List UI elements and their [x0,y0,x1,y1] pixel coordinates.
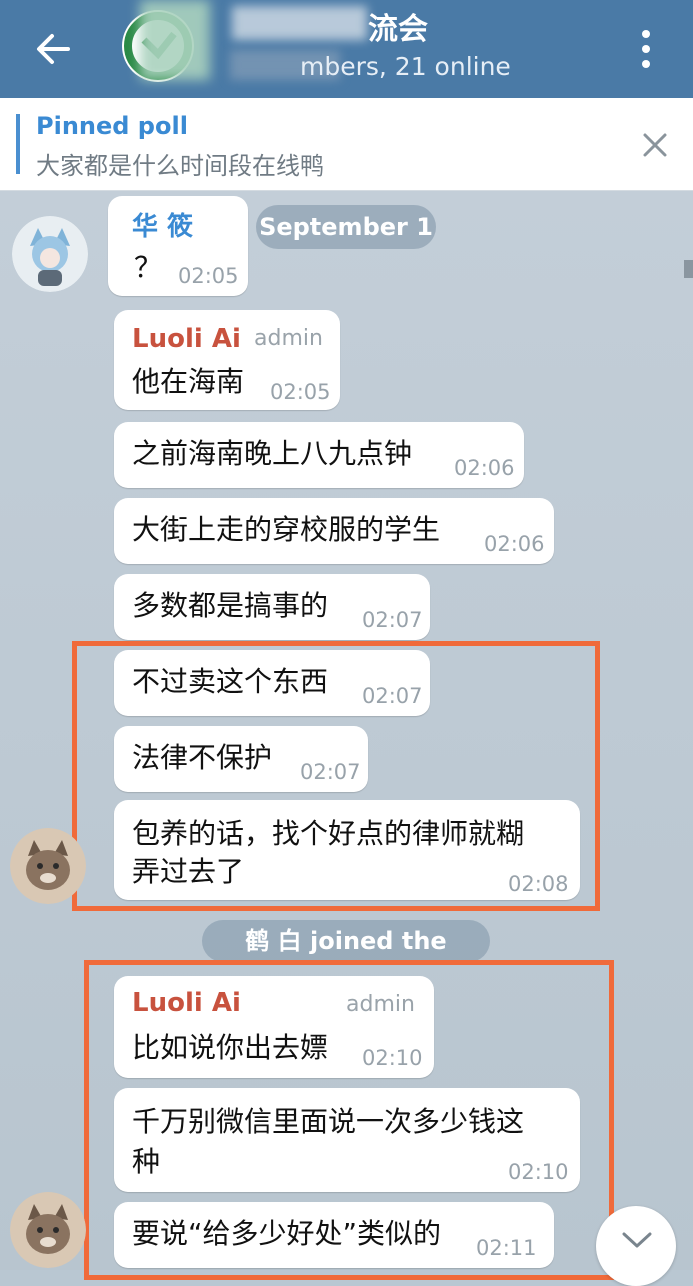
message-text: 大街上走的穿校服的学生 [132,513,441,546]
message-time: 02:06 [454,456,515,480]
avatar[interactable] [10,828,86,904]
message-time: 02:07 [300,760,361,784]
pinned-message-bar[interactable]: Pinned poll 大家都是什么时间段在线鸭 [0,98,693,191]
message-text: 他在海南 [132,365,245,398]
message-sender[interactable]: Luoli Ai [132,988,241,1018]
chevron-down-icon [622,1232,652,1248]
scrollbar-indicator[interactable] [684,260,693,278]
message-bubble[interactable]: 多数都是搞事的 02:07 [114,574,430,640]
admin-badge: admin [254,326,323,351]
group-subtitle: mbers, 21 online [300,52,511,81]
message-bubble[interactable]: Luoli Ai admin 他在海南 02:05 [114,310,340,410]
message-sender[interactable]: Luoli Ai [132,324,241,354]
message-time: 02:11 [476,1236,537,1260]
message-text: 要说“给多少好处”类似的 [132,1217,442,1250]
pinned-title: Pinned poll [36,112,188,140]
message-text: 不过卖这个东西 [132,665,329,698]
blurred-region [140,0,210,80]
admin-badge: admin [346,992,415,1017]
message-time: 02:10 [362,1046,423,1070]
message-time: 02:05 [270,380,331,404]
message-bubble[interactable]: 法律不保护 02:07 [114,726,368,792]
message-sender[interactable]: 华 筱 [132,206,193,243]
message-bubble[interactable]: 华 筱 ？ 02:05 [108,196,248,296]
date-separator: September 1 [256,205,436,249]
message-text: 比如说你出去嫖 [132,1031,329,1064]
avatar[interactable] [12,216,88,292]
message-text: 之前海南晚上八九点钟 [132,437,413,470]
blurred-region [232,6,367,40]
avatar[interactable] [10,1192,86,1268]
app-header: 流会 mbers, 21 online [0,0,693,98]
message-text: 多数都是搞事的 [132,589,329,622]
message-time: 02:07 [362,608,423,632]
message-text: 法律不保护 [132,741,273,774]
message-bubble[interactable]: 大街上走的穿校服的学生 02:06 [114,498,554,564]
close-icon[interactable] [640,130,670,160]
join-notice: 鹤 白 joined the group [202,920,490,997]
pinned-text: 大家都是什么时间段在线鸭 [36,152,324,180]
message-time: 02:05 [178,264,239,288]
message-time: 02:06 [484,532,545,556]
message-text-line1: 千万别微信里面说一次多少钱这 [132,1105,525,1138]
message-time: 02:08 [508,872,569,896]
message-bubble[interactable]: Luoli Ai admin 比如说你出去嫖 02:10 [114,976,434,1078]
message-text-line1: 包养的话，找个好点的律师就糊 [132,817,525,850]
message-text-line2: 种 [132,1145,161,1178]
message-bubble[interactable]: 之前海南晚上八九点钟 02:06 [114,422,524,488]
message-text: ？ [134,251,163,284]
scroll-down-button[interactable] [596,1206,676,1286]
message-bubble[interactable]: 要说“给多少好处”类似的 02:11 [114,1202,554,1268]
more-menu-icon[interactable] [636,24,656,74]
group-title[interactable]: 流会 [368,4,428,48]
back-arrow-icon[interactable] [28,24,78,74]
message-bubble[interactable]: 包养的话，找个好点的律师就糊 弄过去了 02:08 [114,800,580,900]
message-time: 02:07 [362,684,423,708]
message-time: 02:10 [508,1160,569,1184]
message-bubble[interactable]: 不过卖这个东西 02:07 [114,650,430,716]
pinned-indicator [16,114,20,174]
message-text-line2: 弄过去了 [132,855,245,888]
message-bubble[interactable]: 千万别微信里面说一次多少钱这 种 02:10 [114,1088,580,1192]
